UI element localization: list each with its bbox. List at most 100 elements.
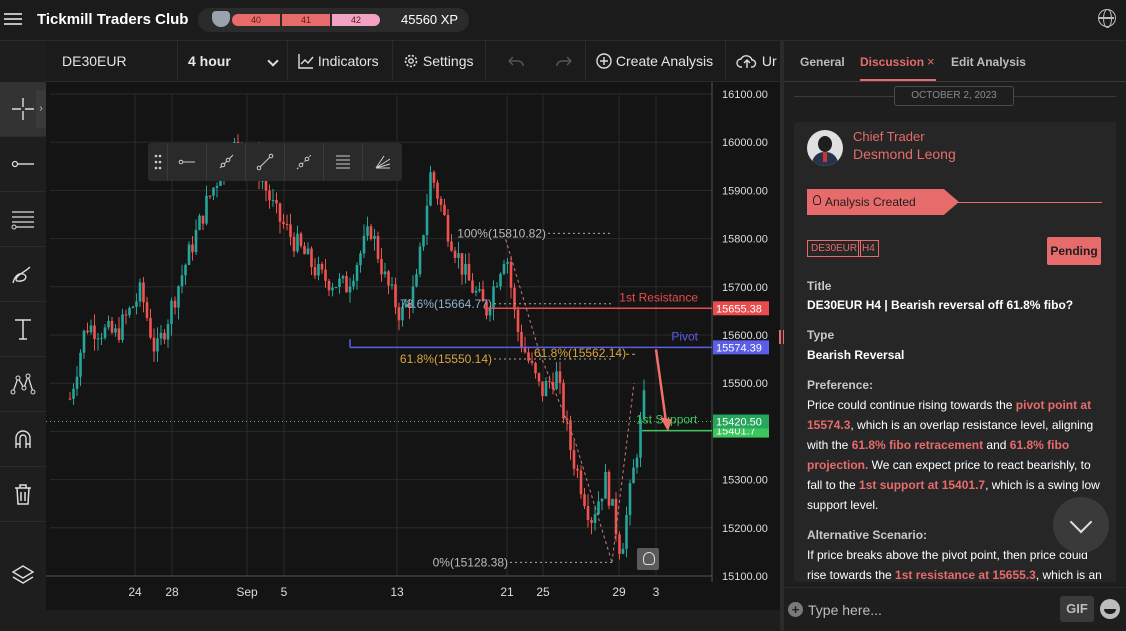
candle-body [593, 514, 597, 523]
app-title: Tickmill Traders Club [37, 11, 189, 28]
candle-body [474, 290, 478, 293]
text-tool[interactable] [0, 302, 46, 357]
create-analysis-button[interactable]: Create Analysis [586, 41, 726, 82]
menu-icon[interactable] [4, 10, 22, 28]
undo-icon[interactable] [507, 54, 524, 68]
fib-fan-icon[interactable] [363, 143, 402, 181]
candle-body [89, 325, 93, 333]
candle-body [299, 233, 303, 246]
candle-body [135, 301, 138, 307]
candle-body [96, 338, 100, 340]
brush-tool[interactable] [0, 247, 46, 302]
horizontal-ray-icon[interactable] [168, 143, 207, 181]
y-tick-label: 15800.00 [722, 234, 768, 246]
message-input[interactable] [808, 598, 1048, 622]
timeframe-dropdown[interactable]: 4 hour [178, 41, 288, 82]
magnet-tool[interactable] [0, 412, 46, 467]
candle-body [352, 280, 355, 287]
avatar [807, 130, 843, 166]
candle-body [170, 300, 173, 325]
candle-body [128, 307, 131, 316]
fib-levels-icon[interactable] [324, 143, 363, 181]
candle-body [604, 471, 607, 499]
timeframe-label: 4 hour [188, 53, 231, 69]
crosshair-icon [12, 98, 34, 120]
candle-body [562, 382, 565, 419]
cloud-upload-icon [736, 55, 757, 68]
candle-body [429, 172, 432, 206]
candle-body [212, 187, 215, 196]
plus-icon[interactable]: + [788, 602, 803, 617]
y-tick-label: 15900.00 [722, 185, 768, 197]
ray-icon[interactable] [207, 143, 246, 181]
tab-edit-analysis[interactable]: Edit Analysis [951, 55, 1026, 69]
date-separator: OCTOBER 2, 2023 [894, 86, 1014, 106]
extended-line-icon[interactable] [285, 143, 324, 181]
lightbulb-icon[interactable] [637, 548, 659, 570]
candle-body [383, 271, 387, 275]
trash-icon [15, 484, 31, 505]
candle-body [422, 235, 425, 247]
candle-body [338, 278, 341, 288]
candle-body [310, 248, 313, 268]
trend-line-icon[interactable] [246, 143, 285, 181]
candle-body [278, 203, 282, 222]
drawing-toolbar: › [0, 82, 46, 631]
candle-body [579, 470, 583, 495]
expand-tools-icon[interactable]: › [36, 90, 46, 128]
type-label: Type [807, 328, 835, 342]
create-analysis-label: Create Analysis [615, 53, 714, 69]
candle-body [628, 483, 632, 516]
indicators-button[interactable]: Indicators [288, 41, 393, 82]
fib-tool[interactable] [0, 192, 46, 247]
candle-body [432, 172, 436, 183]
candle-body [506, 261, 509, 264]
delete-tool[interactable] [0, 467, 46, 522]
globe-icon[interactable] [1098, 9, 1116, 28]
author-name[interactable]: Desmond Leong [853, 146, 956, 162]
candle-body [366, 226, 369, 236]
x-tick-label: 13 [390, 585, 404, 599]
candle-body [576, 468, 579, 471]
panel-tabs: General Discussion × Edit Analysis [784, 41, 1126, 82]
fib-level-label: 78.6%(15664.77) [400, 297, 492, 311]
candle-body [499, 274, 502, 287]
upload-button[interactable]: Ur [726, 41, 786, 82]
settings-button[interactable]: Settings [393, 41, 486, 82]
upload-label: Ur [761, 53, 777, 69]
settings-label: Settings [422, 53, 474, 69]
x-tick-label: 28 [165, 585, 179, 599]
redo-icon[interactable] [556, 54, 572, 68]
xp-level: 40 [232, 14, 280, 26]
candle-body [264, 180, 268, 191]
line-tool[interactable] [0, 137, 46, 192]
close-icon[interactable]: × [927, 54, 935, 69]
pattern-tool[interactable] [0, 357, 46, 412]
layers-icon [11, 564, 35, 584]
candle-body [355, 265, 359, 281]
drag-handle-icon[interactable] [148, 143, 168, 181]
tab-general[interactable]: General [800, 55, 845, 69]
tab-discussion[interactable]: Discussion [860, 55, 924, 69]
gif-button[interactable]: GIF [1060, 596, 1094, 622]
scroll-down-button[interactable] [1053, 497, 1109, 553]
candle-body [121, 314, 124, 340]
candle-body [145, 302, 149, 318]
candle-body [569, 420, 572, 451]
candle-body [425, 205, 429, 236]
candle-body [124, 314, 128, 316]
layers-tool[interactable] [0, 547, 46, 602]
badge-label: Analysis Created [825, 195, 916, 209]
candle-body [303, 245, 306, 255]
symbol-tag: DE30EUR [807, 240, 862, 257]
analysis-created-badge: Analysis Created [807, 189, 959, 215]
candle-body [516, 309, 520, 332]
symbol-selector[interactable]: DE30EUR [46, 41, 178, 82]
candle-body [114, 328, 117, 333]
emoji-icon[interactable] [1100, 599, 1120, 619]
crosshair-tool[interactable]: › [0, 82, 46, 137]
candle-body [334, 287, 338, 289]
candle-body [289, 224, 292, 237]
candle-body [282, 221, 285, 225]
x-tick-label: 24 [128, 585, 142, 599]
